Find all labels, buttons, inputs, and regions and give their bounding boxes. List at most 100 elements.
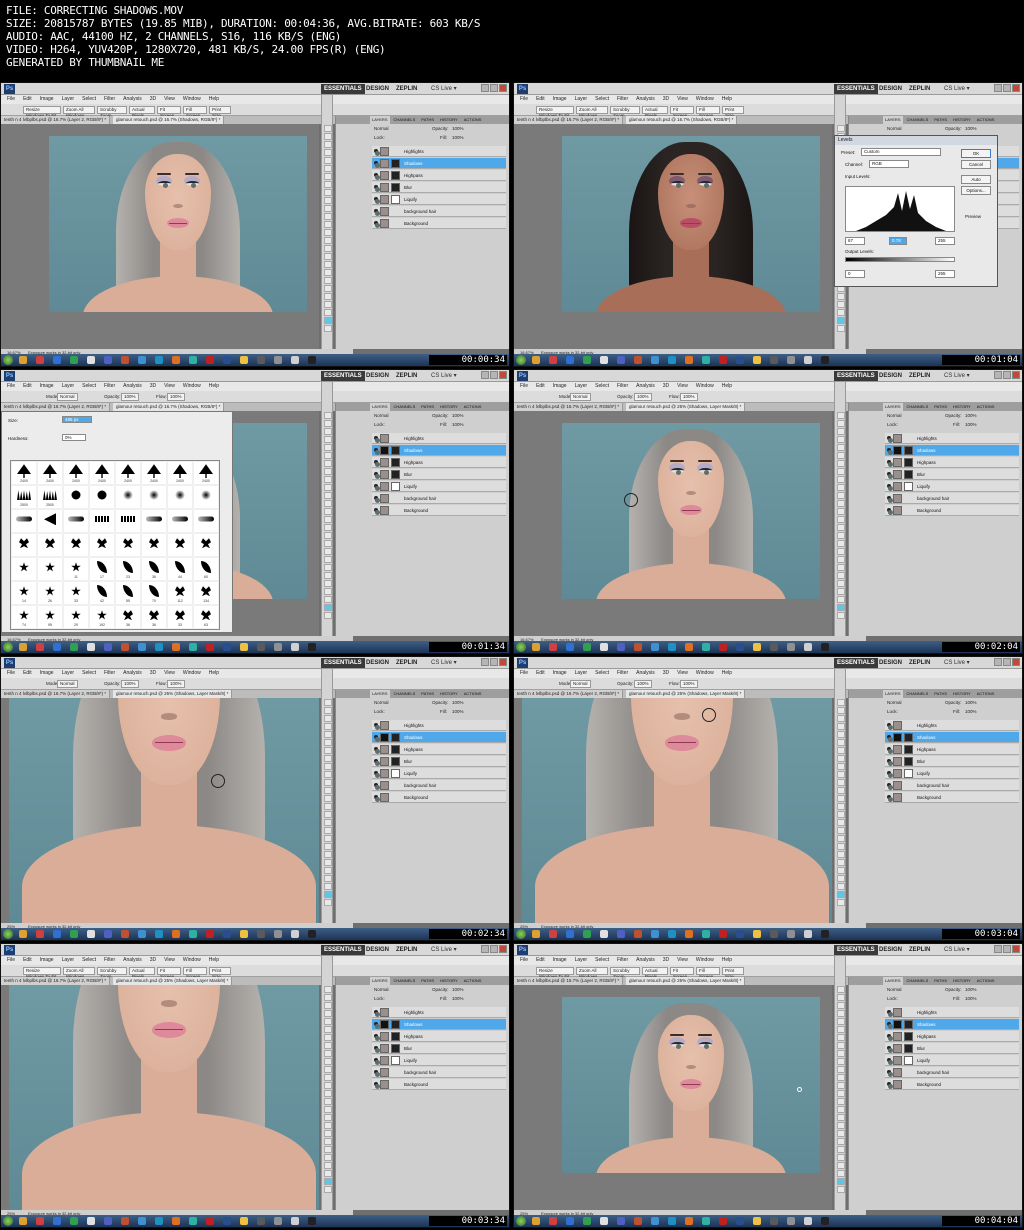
document-canvas[interactable] xyxy=(1,698,319,923)
visibility-eye-icon[interactable] xyxy=(887,1070,894,1077)
brush-tip-soft[interactable] xyxy=(167,485,193,509)
taskbar-app-icon[interactable] xyxy=(53,1217,61,1225)
menu-image[interactable]: Image xyxy=(40,95,54,104)
brush-tip-tree[interactable]: 2400 xyxy=(89,461,115,485)
tool-button[interactable] xyxy=(324,779,332,786)
cs-live-menu[interactable]: CS Live ▾ xyxy=(944,658,970,668)
layer-row[interactable]: Liquify xyxy=(372,481,506,492)
taskbar-app-icon[interactable] xyxy=(223,643,231,651)
taskbar-app-icon[interactable] xyxy=(549,356,557,364)
brush-tip-splat[interactable]: 33 xyxy=(167,605,193,629)
tool-button[interactable] xyxy=(324,1050,332,1057)
opacity-field[interactable]: 100% xyxy=(965,985,977,994)
taskbar-app-icon[interactable] xyxy=(549,930,557,938)
menu-3d[interactable]: 3D xyxy=(663,382,669,391)
taskbar-app-icon[interactable] xyxy=(172,1217,180,1225)
brush-tip-star[interactable] xyxy=(11,557,37,581)
taskbar-app-icon[interactable] xyxy=(634,1217,642,1225)
tool-button[interactable] xyxy=(324,157,332,164)
zoom-option-3[interactable]: Actual Pixels xyxy=(129,967,155,979)
close-icon[interactable] xyxy=(1012,945,1020,953)
taskbar-app-icon[interactable] xyxy=(53,643,61,651)
menu-edit[interactable]: Edit xyxy=(536,382,545,391)
tool-button[interactable] xyxy=(837,715,845,722)
visibility-eye-icon[interactable] xyxy=(374,484,381,491)
tool-button[interactable] xyxy=(324,205,332,212)
brush-tip-leaf[interactable]: 55 xyxy=(115,581,141,605)
tool-button[interactable] xyxy=(324,1106,332,1113)
taskbar-app-icon[interactable] xyxy=(138,1217,146,1225)
brush-tip-star[interactable]: 11 xyxy=(63,557,89,581)
tool-button[interactable] xyxy=(837,755,845,762)
brush-size-field[interactable]: 485 px xyxy=(62,416,92,423)
tool-button[interactable] xyxy=(837,699,845,706)
layer-row[interactable]: background hair xyxy=(372,1067,506,1078)
menu-view[interactable]: View xyxy=(677,95,688,104)
fill-field[interactable]: 100% xyxy=(965,994,977,1003)
workspace-design[interactable]: DESIGN xyxy=(876,371,905,381)
workspace-essentials[interactable]: ESSENTIALS xyxy=(834,658,878,668)
taskbar-app-icon[interactable] xyxy=(104,356,112,364)
menu-select[interactable]: Select xyxy=(595,956,609,965)
brush-tip-chalk[interactable] xyxy=(89,509,115,533)
tool-button[interactable] xyxy=(837,739,845,746)
start-button-icon[interactable] xyxy=(516,642,526,652)
taskbar-app-icon[interactable] xyxy=(719,643,727,651)
tool-button[interactable] xyxy=(324,540,332,547)
visibility-eye-icon[interactable] xyxy=(887,771,894,778)
brush-tip-splat[interactable]: 36 xyxy=(141,605,167,629)
brush-tip-splat[interactable] xyxy=(63,533,89,557)
fill-field[interactable]: 100% xyxy=(452,133,464,142)
input-black-field[interactable]: 67 xyxy=(845,237,865,245)
menu-window[interactable]: Window xyxy=(183,956,201,965)
taskbar-app-icon[interactable] xyxy=(121,930,129,938)
tab-history[interactable]: HISTORY xyxy=(438,690,460,698)
zoom-option-4[interactable]: Fit Screen xyxy=(157,967,181,979)
tool-button[interactable] xyxy=(837,468,845,475)
taskbar-app-icon[interactable] xyxy=(155,1217,163,1225)
opacity-field[interactable]: 100% xyxy=(452,124,464,133)
layer-row[interactable]: Shadows xyxy=(372,445,506,456)
layer-row[interactable]: Highlights xyxy=(372,146,506,157)
tab-history[interactable]: HISTORY xyxy=(951,977,973,985)
tool-button[interactable] xyxy=(324,994,332,1001)
tool-button[interactable] xyxy=(324,141,332,148)
menu-window[interactable]: Window xyxy=(183,95,201,104)
tool-button[interactable] xyxy=(837,1034,845,1041)
tool-button[interactable] xyxy=(324,1042,332,1049)
menu-file[interactable]: File xyxy=(7,382,15,391)
tool-button[interactable] xyxy=(324,851,332,858)
document-canvas[interactable] xyxy=(1,985,319,1210)
taskbar-app-icon[interactable] xyxy=(36,643,44,651)
tool-button[interactable] xyxy=(324,1098,332,1105)
zoom-option-0[interactable]: Resize Windows To Fit xyxy=(23,106,61,118)
layer-row[interactable]: Liquify xyxy=(372,768,506,779)
tool-button[interactable] xyxy=(837,548,845,555)
document-canvas[interactable] xyxy=(514,411,832,636)
opacity-field[interactable]: 100% xyxy=(121,393,139,401)
visibility-eye-icon[interactable] xyxy=(374,496,381,503)
layer-row[interactable]: Background xyxy=(372,505,506,516)
tool-button[interactable] xyxy=(837,1002,845,1009)
zoom-option-2[interactable]: Scrubby Zoom xyxy=(610,967,640,979)
document-tab[interactable]: tenth n 4 lvlbplbs.psd @ 16.7% (Layer 2,… xyxy=(514,116,624,124)
tool-button[interactable] xyxy=(837,795,845,802)
taskbar-app-icon[interactable] xyxy=(651,643,659,651)
tool-button[interactable] xyxy=(324,468,332,475)
menu-file[interactable]: File xyxy=(520,95,528,104)
menu-help[interactable]: Help xyxy=(722,669,732,678)
layer-row[interactable]: Background xyxy=(885,505,1019,516)
tool-button[interactable] xyxy=(324,245,332,252)
brush-tip-splat[interactable]: 134 xyxy=(193,581,219,605)
taskbar-app-icon[interactable] xyxy=(821,930,829,938)
tool-button[interactable] xyxy=(324,1146,332,1153)
layer-row[interactable]: Shadows xyxy=(885,1019,1019,1030)
layer-row[interactable]: background hair xyxy=(885,780,1019,791)
tool-button[interactable] xyxy=(837,883,845,890)
taskbar-app-icon[interactable] xyxy=(685,1217,693,1225)
taskbar-app-icon[interactable] xyxy=(36,930,44,938)
brush-tip-tree[interactable]: 2400 xyxy=(11,461,37,485)
visibility-eye-icon[interactable] xyxy=(374,173,381,180)
layer-row[interactable]: Highlights xyxy=(372,433,506,444)
layer-row[interactable]: Blur xyxy=(885,1043,1019,1054)
